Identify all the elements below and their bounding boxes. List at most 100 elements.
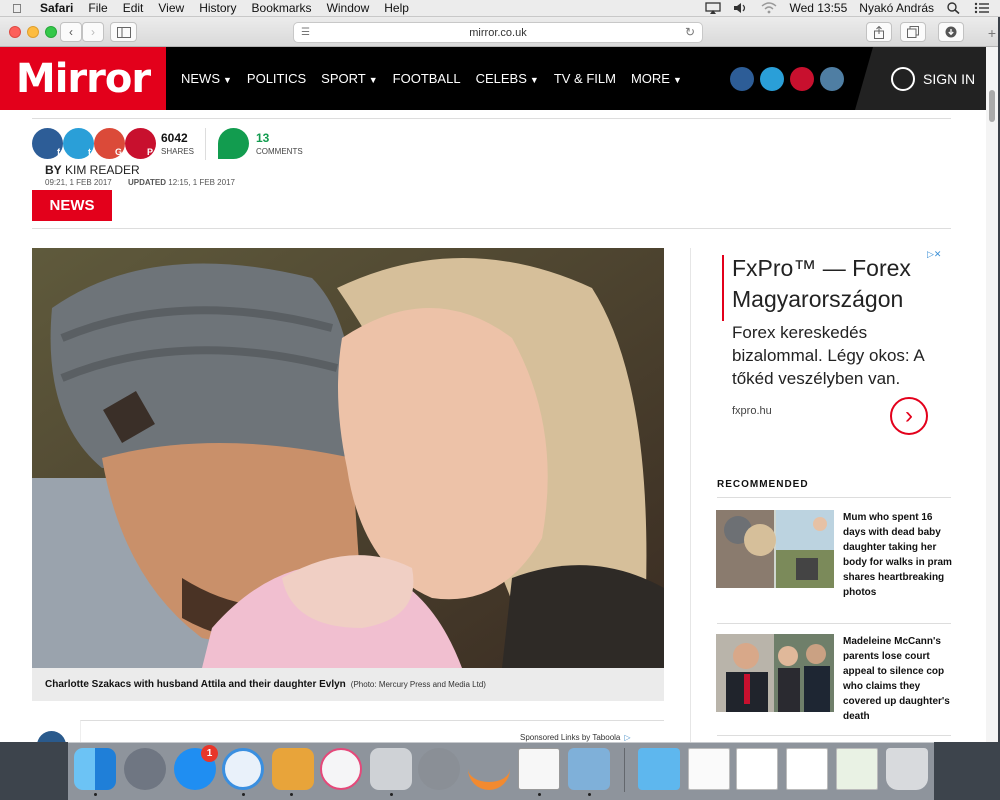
menu-view[interactable]: View <box>158 1 184 15</box>
facebook-icon[interactable] <box>730 67 754 91</box>
safari-icon[interactable] <box>222 748 264 790</box>
itunes-icon[interactable] <box>320 748 362 790</box>
nav-item-football[interactable]: FOOTBALL <box>393 71 461 86</box>
google-plus-share-icon[interactable]: G <box>94 128 125 159</box>
scrollbar-thumb[interactable] <box>989 90 995 122</box>
menubar-clock[interactable]: Wed 13:55 <box>789 1 847 15</box>
minimize-window-button[interactable] <box>27 26 39 38</box>
launchpad-icon[interactable] <box>124 748 166 790</box>
photo-viewer-icon[interactable] <box>272 748 314 790</box>
nav-item-politics[interactable]: POLITICS <box>247 71 306 86</box>
recommended-heading: RECOMMENDED <box>717 479 809 490</box>
menu-file[interactable]: File <box>88 1 107 15</box>
share-button[interactable] <box>866 22 892 42</box>
safari-window: ‹ › ☰ mirror.co.uk ↻ + Mirror NEWS ▼ POLI… <box>0 17 998 742</box>
menubar-user[interactable]: Nyakó András <box>859 1 934 15</box>
new-tab-icon[interactable]: + <box>984 25 998 41</box>
running-indicator <box>290 793 293 796</box>
menu-edit[interactable]: Edit <box>123 1 144 15</box>
trash-icon[interactable] <box>886 748 928 790</box>
address-bar[interactable]: ☰ mirror.co.uk ↻ <box>293 22 703 43</box>
airplay-icon[interactable] <box>705 2 722 14</box>
recommended-headline[interactable]: Mum who spent 16 days with dead baby dau… <box>843 510 953 600</box>
nav-item-tv-film[interactable]: TV & FILM <box>554 71 616 86</box>
ad-domain[interactable]: fxpro.hu <box>732 405 772 417</box>
adchoices-icon[interactable]: ▷ <box>624 733 630 742</box>
running-indicator <box>588 793 591 796</box>
nav-item-sport[interactable]: SPORT ▼ <box>321 71 377 86</box>
wifi-icon[interactable] <box>761 2 777 14</box>
nav-item-label: MORE <box>630 71 670 86</box>
comment-label[interactable]: COMMENTS <box>256 147 303 156</box>
menu-window[interactable]: Window <box>327 1 370 15</box>
folder-icon[interactable] <box>638 748 680 790</box>
preview-icon[interactable] <box>568 748 610 790</box>
zoom-window-button[interactable] <box>45 26 57 38</box>
forward-button[interactable]: › <box>82 22 104 42</box>
downloads-button[interactable] <box>938 22 964 42</box>
nav-item-news[interactable]: NEWS ▼ <box>181 71 232 86</box>
notification-center-icon[interactable] <box>974 2 990 14</box>
section-tag[interactable]: NEWS <box>32 190 112 221</box>
share-label: SHARES <box>161 147 194 156</box>
menu-history[interactable]: History <box>199 1 236 15</box>
pinterest-icon[interactable] <box>790 67 814 91</box>
finder-icon[interactable] <box>74 748 116 790</box>
phone-app-icon[interactable] <box>370 748 412 790</box>
article-hero-image[interactable] <box>32 248 664 668</box>
nav-item-celebs[interactable]: CELEBS ▼ <box>476 71 539 86</box>
list-item[interactable]: Madeleine McCann's parents lose court ap… <box>716 634 951 722</box>
screenshot-thumbnail-icon[interactable] <box>736 748 778 790</box>
screenshot-thumbnail-icon[interactable] <box>836 748 878 790</box>
author-avatar[interactable] <box>37 731 66 742</box>
reader-view-icon[interactable]: ☰ <box>301 27 310 38</box>
recommended-headline[interactable]: Madeleine McCann's parents lose court ap… <box>843 634 953 724</box>
macos-menubar:  Safari File Edit View History Bookmark… <box>0 0 1000 17</box>
doc-file-icon[interactable] <box>688 748 730 790</box>
comment-count[interactable]: 13 <box>256 131 269 145</box>
nav-item-label: NEWS <box>181 71 220 86</box>
twitter-icon[interactable] <box>760 67 784 91</box>
menu-bookmarks[interactable]: Bookmarks <box>252 1 312 15</box>
author-link[interactable]: KIM READER <box>65 163 140 177</box>
apple-menu-icon[interactable]:  <box>12 1 26 16</box>
share-count: 6042 <box>161 131 188 145</box>
pinterest-share-icon[interactable]: P <box>125 128 156 159</box>
divider <box>717 497 951 498</box>
sidebar-button[interactable] <box>110 22 137 42</box>
twitter-share-icon[interactable]: t <box>63 128 94 159</box>
volume-icon[interactable] <box>733 2 749 14</box>
running-indicator <box>94 793 97 796</box>
spotlight-search-icon[interactable] <box>946 2 962 14</box>
nav-item-more[interactable]: MORE ▼ <box>631 71 682 86</box>
menu-help[interactable]: Help <box>384 1 409 15</box>
mirror-logo[interactable]: Mirror <box>0 47 166 110</box>
system-preferences-icon[interactable] <box>418 748 460 790</box>
menu-app-name[interactable]: Safari <box>40 1 73 15</box>
screenshot-thumbnail-icon[interactable] <box>786 748 828 790</box>
recommended-thumbnail[interactable] <box>716 510 834 588</box>
close-window-button[interactable] <box>9 26 21 38</box>
column-divider <box>690 248 691 742</box>
tabs-icon <box>907 26 919 38</box>
tab-overview-button[interactable] <box>900 22 926 42</box>
app-icon[interactable] <box>468 748 510 790</box>
text-document-icon[interactable] <box>518 748 560 790</box>
sign-in-button[interactable]: SIGN IN <box>855 47 998 110</box>
ad-title[interactable]: FxPro™ — Forex Magyarországon <box>732 253 942 315</box>
sponsored-links-label[interactable]: Sponsored Links by Taboola ▷ <box>520 733 631 742</box>
page-scrollbar[interactable] <box>986 47 998 742</box>
instagram-icon[interactable] <box>820 67 844 91</box>
facebook-share-icon[interactable]: f <box>32 128 63 159</box>
comment-icon[interactable] <box>218 128 249 159</box>
ad-body[interactable]: Forex kereskedés bizalommal. Légy okos: … <box>732 321 947 390</box>
ad-accent-bar <box>722 255 724 321</box>
divider <box>717 623 951 624</box>
ad-arrow-button[interactable]: › <box>890 397 928 435</box>
nav-item-label: CELEBS <box>475 71 527 86</box>
back-button[interactable]: ‹ <box>60 22 82 42</box>
running-indicator <box>242 793 245 796</box>
recommended-thumbnail[interactable] <box>716 634 834 712</box>
reload-icon[interactable]: ↻ <box>685 25 695 39</box>
list-item[interactable]: Mum who spent 16 days with dead baby dau… <box>716 510 952 598</box>
